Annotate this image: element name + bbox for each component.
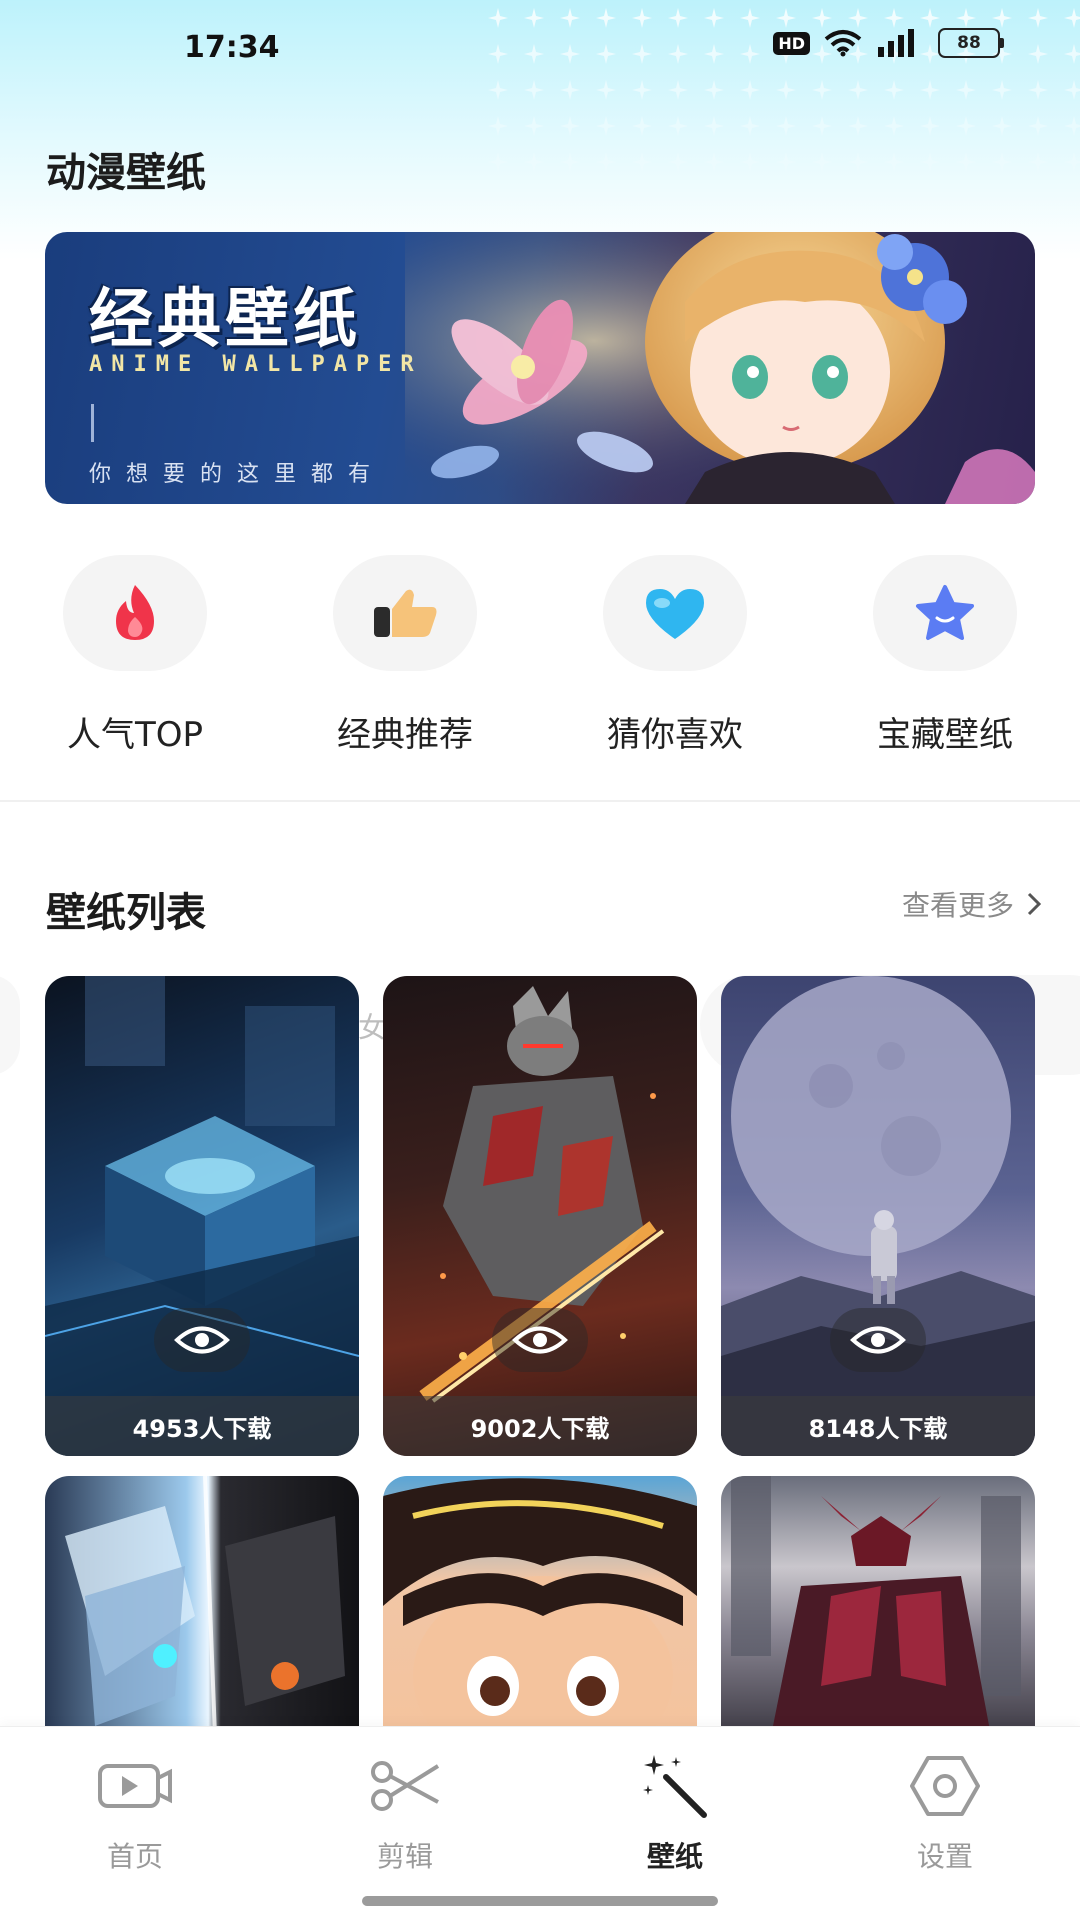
category-label: 经典推荐 xyxy=(337,715,473,755)
category-label: 宝藏壁纸 xyxy=(877,715,1013,755)
banner-illustration xyxy=(405,232,1035,504)
wallpaper-card[interactable]: 4953人下载 xyxy=(45,976,359,1456)
hexagon-settings-icon xyxy=(910,1756,980,1816)
wallpaper-card[interactable]: 8148人下载 xyxy=(721,976,1035,1456)
wallpaper-thumbnail xyxy=(45,976,359,1456)
filter-chip-label: 女 xyxy=(358,1011,387,1044)
view-eye-badge xyxy=(154,1308,250,1372)
eye-icon xyxy=(850,1326,906,1354)
tab-home[interactable]: 首页 xyxy=(35,1749,235,1875)
category-icon-bg xyxy=(63,555,207,671)
status-icons: HD 88 xyxy=(773,28,1004,58)
video-icon xyxy=(98,1764,172,1808)
eye-icon xyxy=(174,1326,230,1354)
category-label: 猜你喜欢 xyxy=(607,715,743,755)
wallpaper-thumbnail xyxy=(65,1476,345,1736)
download-count: 8148人下载 xyxy=(721,1396,1035,1456)
eye-icon xyxy=(512,1326,568,1354)
wifi-icon xyxy=(824,30,862,57)
wallpaper-card[interactable]: 9002人下载 xyxy=(383,976,697,1456)
view-eye-badge xyxy=(492,1308,588,1372)
category-guess-you-like[interactable]: 猜你喜欢 xyxy=(555,555,795,756)
view-more-label: 查看更多 xyxy=(901,889,1014,922)
category-row: 人气TOP 经典推荐 猜你喜欢 宝藏壁纸 xyxy=(0,555,1080,755)
chevron-right-icon xyxy=(1027,892,1042,916)
section-divider xyxy=(0,800,1080,802)
signal-icon xyxy=(878,29,914,57)
tab-label: 设置 xyxy=(916,1840,973,1873)
download-count: 4953人下载 xyxy=(45,1396,359,1456)
category-icon-bg xyxy=(873,555,1017,671)
status-bar: 17:34 HD 88 xyxy=(0,0,1080,100)
filter-chip[interactable] xyxy=(0,975,20,1075)
banner-tagline: 你想要的这里都有 xyxy=(89,462,386,487)
tab-wallpaper[interactable]: 壁纸 xyxy=(575,1749,775,1875)
magic-wand-icon xyxy=(643,1755,707,1818)
tab-settings[interactable]: 设置 xyxy=(845,1749,1045,1875)
banner[interactable]: 经典壁纸 ANIME WALLPAPER 你想要的这里都有 xyxy=(45,232,1035,504)
home-indicator[interactable] xyxy=(362,1896,718,1906)
thumbs-up-icon xyxy=(374,589,437,637)
wallpaper-thumbnail xyxy=(383,1478,697,1736)
page-title: 动漫壁纸 xyxy=(46,150,206,196)
view-eye-badge xyxy=(830,1308,926,1372)
scissors-icon xyxy=(371,1761,440,1811)
category-icon-bg xyxy=(603,555,747,671)
category-icon-bg xyxy=(333,555,477,671)
wallpaper-card[interactable] xyxy=(721,1476,1035,1736)
download-count: 9002人下载 xyxy=(383,1396,697,1456)
wallpaper-card[interactable] xyxy=(45,1476,359,1736)
banner-title: 经典壁纸 xyxy=(89,283,361,357)
bottom-tab-bar: 首页 剪辑 壁纸 设置 xyxy=(0,1726,1080,1921)
wallpaper-thumbnail xyxy=(419,986,665,1403)
battery-indicator: 88 xyxy=(938,28,1004,58)
wallpaper-thumbnail xyxy=(721,976,1035,1456)
tab-label: 剪辑 xyxy=(376,1840,433,1873)
status-time: 17:34 xyxy=(184,30,280,65)
wallpaper-list-title: 壁纸列表 xyxy=(46,890,206,936)
fire-icon xyxy=(116,585,154,640)
view-more-link[interactable]: 查看更多 xyxy=(902,884,1042,924)
banner-subtitle: ANIME WALLPAPER xyxy=(89,352,423,377)
tab-edit[interactable]: 剪辑 xyxy=(305,1749,505,1875)
category-label: 人气TOP xyxy=(66,715,204,755)
hd-badge: HD xyxy=(773,31,810,55)
tab-label: 首页 xyxy=(106,1840,163,1873)
star-icon xyxy=(916,585,974,640)
tab-label: 壁纸 xyxy=(646,1840,703,1873)
category-classic-recommend[interactable]: 经典推荐 xyxy=(285,555,525,756)
heart-icon xyxy=(646,589,704,639)
wallpaper-thumbnail xyxy=(731,1476,1021,1736)
banner-divider xyxy=(91,404,94,442)
category-popular-top[interactable]: 人气TOP xyxy=(15,555,255,756)
wallpaper-card[interactable] xyxy=(383,1476,697,1736)
category-treasure-wallpaper[interactable]: 宝藏壁纸 xyxy=(825,555,1065,756)
